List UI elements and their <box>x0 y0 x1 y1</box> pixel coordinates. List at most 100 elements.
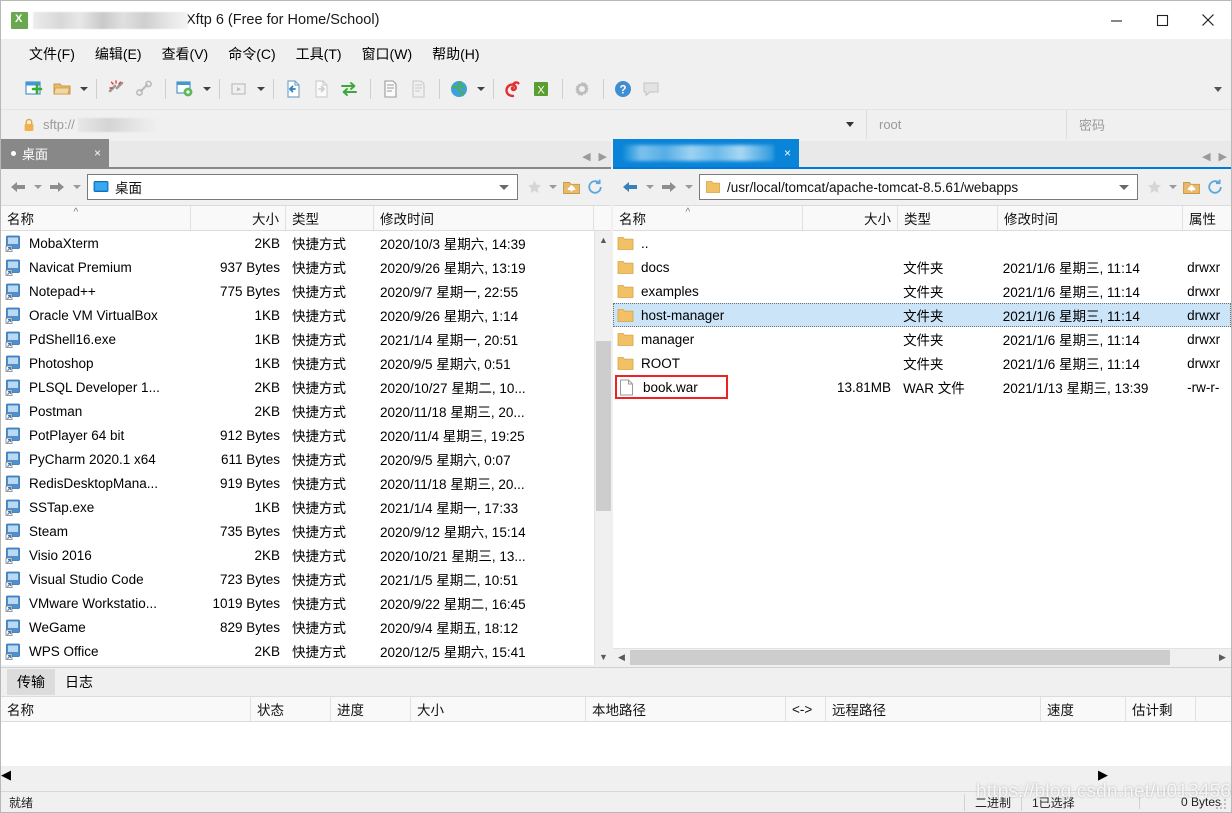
menu-help[interactable]: 帮助(H) <box>422 41 489 67</box>
menu-tools[interactable]: 工具(T) <box>286 41 352 67</box>
local-forward-icon[interactable] <box>44 174 70 200</box>
local-header-type[interactable]: 类型 <box>286 206 374 230</box>
host-field[interactable]: sftp:// <box>1 110 867 139</box>
browser-icon[interactable] <box>446 76 472 102</box>
copy-icon[interactable] <box>377 76 403 102</box>
transfer-header-cell[interactable]: 估计剩 <box>1126 697 1196 721</box>
local-vertical-scrollbar[interactable]: ▲ ▼ <box>594 231 611 665</box>
remote-tab-session[interactable]: × <box>613 139 799 167</box>
transfer-header-cell[interactable]: 状态 <box>251 697 331 721</box>
local-refresh-icon[interactable] <box>583 174 607 200</box>
transfer-horizontal-scrollbar[interactable]: ◀ ▶ <box>1 766 1231 783</box>
transfer-header-cell[interactable]: <-> <box>786 697 826 721</box>
remote-horizontal-scrollbar[interactable]: ◀ ▶ <box>613 648 1231 665</box>
host-dropdown-icon[interactable] <box>846 122 854 127</box>
remote-hscroll-thumb[interactable] <box>630 649 1170 665</box>
remote-file-row[interactable]: host-manager 文件夹 2021/1/6 星期三, 11:14 drwxr <box>613 303 1231 327</box>
local-back-icon[interactable] <box>5 174 31 200</box>
toolbar-overflow-icon[interactable] <box>1211 82 1225 96</box>
local-scroll-thumb[interactable] <box>596 341 611 511</box>
remote-file-row[interactable]: book.war 13.81MB WAR 文件 2021/1/13 星期三, 13:3… <box>613 375 1231 399</box>
remote-forward-icon[interactable] <box>656 174 682 200</box>
comment-icon[interactable] <box>638 76 664 102</box>
remote-file-row[interactable]: ROOT 文件夹 2021/1/6 星期三, 11:14 drwxr <box>613 351 1231 375</box>
local-file-row[interactable]: Notepad++ 775 Bytes 快捷方式 2020/9/7 星期一, 22:5… <box>1 279 611 303</box>
remote-file-row[interactable]: manager 文件夹 2021/1/6 星期三, 11:14 drwxr <box>613 327 1231 351</box>
local-forward-history-icon[interactable] <box>70 174 83 200</box>
browser-dropdown-icon[interactable] <box>474 76 487 102</box>
local-file-row[interactable]: PLSQL Developer 1... 2KB 快捷方式 2020/10/27 星期… <box>1 375 611 399</box>
remote-tab-close-icon[interactable]: × <box>784 146 791 160</box>
run-icon[interactable] <box>226 76 252 102</box>
open-folder-dropdown-icon[interactable] <box>77 76 90 102</box>
remote-file-row[interactable]: examples 文件夹 2021/1/6 星期三, 11:14 drwxr <box>613 279 1231 303</box>
remote-file-row[interactable]: docs 文件夹 2021/1/6 星期三, 11:14 drwxr <box>613 255 1231 279</box>
local-scroll-up-icon[interactable]: ▲ <box>595 231 611 248</box>
remote-favorite-dropdown-icon[interactable] <box>1166 174 1179 200</box>
local-header-size[interactable]: 大小 <box>191 206 286 230</box>
local-file-row[interactable]: WeGame 829 Bytes 快捷方式 2020/9/4 星期五, 18:12 <box>1 615 611 639</box>
transfer-header-cell[interactable]: 名称 <box>1 697 251 721</box>
remote-refresh-icon[interactable] <box>1203 174 1227 200</box>
local-file-row[interactable]: MobaXterm 2KB 快捷方式 2020/10/3 星期六, 14:39 <box>1 231 611 255</box>
remote-back-history-icon[interactable] <box>643 174 656 200</box>
local-back-history-icon[interactable] <box>31 174 44 200</box>
local-tab-scroll-right-icon[interactable]: ▶ <box>599 150 607 163</box>
transfer-scroll-right-icon[interactable]: ▶ <box>1098 767 1108 783</box>
username-field[interactable]: root <box>867 110 1067 139</box>
tab-log[interactable]: 日志 <box>55 669 103 695</box>
remote-scroll-left-icon[interactable]: ◀ <box>613 649 630 666</box>
remote-scroll-right-icon[interactable]: ▶ <box>1214 649 1231 666</box>
local-scroll-down-icon[interactable]: ▼ <box>595 648 611 665</box>
remote-forward-history-icon[interactable] <box>682 174 695 200</box>
remote-header-name[interactable]: 名称 ^ <box>613 206 803 230</box>
local-tab-scroll-left-icon[interactable]: ◀ <box>582 150 590 163</box>
remote-path-input[interactable]: /usr/local/tomcat/apache-tomcat-8.5.61/w… <box>699 174 1138 200</box>
transfer-rows[interactable] <box>1 722 1231 766</box>
local-file-row[interactable]: PdShell16.exe 1KB 快捷方式 2021/1/4 星期一, 20:51 <box>1 327 611 351</box>
remote-tab-scroll-left-icon[interactable]: ◀ <box>1202 150 1210 163</box>
remote-header-attributes[interactable]: 属性 <box>1183 206 1231 230</box>
tab-transfers[interactable]: 传输 <box>7 669 55 695</box>
transfer-header-cell[interactable]: 本地路径 <box>586 697 786 721</box>
local-file-row[interactable]: Postman 2KB 快捷方式 2020/11/18 星期三, 20... <box>1 399 611 423</box>
local-tab-desktop[interactable]: 桌面 × <box>1 139 109 167</box>
local-file-row[interactable]: WPS Office 2KB 快捷方式 2020/12/5 星期六, 15:41 <box>1 639 611 663</box>
disconnect-icon[interactable] <box>103 76 129 102</box>
local-file-row[interactable]: Photoshop 1KB 快捷方式 2020/9/5 星期六, 0:51 <box>1 351 611 375</box>
transfer-in-icon[interactable] <box>280 76 306 102</box>
transfer-scroll-left-icon[interactable]: ◀ <box>1 767 11 783</box>
link-icon[interactable] <box>131 76 157 102</box>
local-file-row[interactable]: PotPlayer 64 bit 912 Bytes 快捷方式 2020/11/4 星… <box>1 423 611 447</box>
run-dropdown-icon[interactable] <box>254 76 267 102</box>
local-tab-close-icon[interactable]: × <box>94 146 101 160</box>
sync-icon[interactable] <box>336 76 362 102</box>
remote-header-modified[interactable]: 修改时间 <box>998 206 1183 230</box>
properties-icon[interactable] <box>569 76 595 102</box>
local-file-row[interactable]: Visual Studio Code 723 Bytes 快捷方式 2021/1/5 … <box>1 567 611 591</box>
transfer-header-cell[interactable]: 远程路径 <box>826 697 1041 721</box>
local-file-row[interactable]: Oracle VM VirtualBox 1KB 快捷方式 2020/9/26 星期六… <box>1 303 611 327</box>
menu-command[interactable]: 命令(C) <box>218 41 285 67</box>
local-file-row[interactable]: Visio 2016 2KB 快捷方式 2020/10/21 星期三, 13... <box>1 543 611 567</box>
remote-back-icon[interactable] <box>617 174 643 200</box>
local-path-input[interactable]: 桌面 <box>87 174 518 200</box>
xshell-icon[interactable] <box>500 76 526 102</box>
help-icon[interactable]: ? <box>610 76 636 102</box>
remote-hscroll-track[interactable] <box>630 649 1214 665</box>
minimize-button[interactable] <box>1093 1 1139 39</box>
resize-grip[interactable] <box>1216 797 1228 809</box>
remote-file-row[interactable]: .. <box>613 231 1231 255</box>
menu-edit[interactable]: 编辑(E) <box>85 41 152 67</box>
session-settings-icon[interactable] <box>172 76 198 102</box>
local-favorite-icon[interactable] <box>522 174 546 200</box>
transfer-header-cell[interactable]: 速度 <box>1041 697 1126 721</box>
new-session-icon[interactable] <box>21 76 47 102</box>
remote-tab-scroll-right-icon[interactable]: ▶ <box>1219 150 1227 163</box>
password-field[interactable]: 密码 <box>1067 110 1231 139</box>
menu-window[interactable]: 窗口(W) <box>352 41 423 67</box>
transfer-header-cell[interactable]: 大小 <box>411 697 586 721</box>
xftp-icon[interactable]: X <box>528 76 554 102</box>
menu-file[interactable]: 文件(F) <box>19 41 85 67</box>
local-path-dropdown-icon[interactable] <box>499 183 509 193</box>
